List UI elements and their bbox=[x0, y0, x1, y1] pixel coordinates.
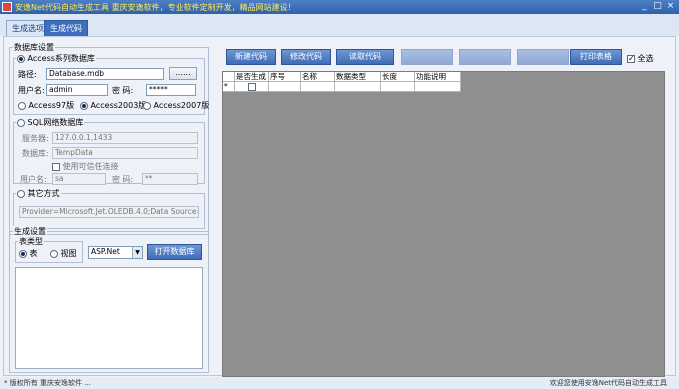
grid-col-length[interactable]: 长度 bbox=[381, 72, 415, 82]
print-table-button[interactable]: 打印表格 bbox=[570, 49, 622, 65]
main-content: 数据库设置 Access系列数据库 路径: Database.mdb .....… bbox=[3, 36, 676, 377]
access2007-label: Access2007版 bbox=[153, 101, 210, 110]
type-view-option[interactable]: 视图 bbox=[50, 248, 77, 259]
table-type-title: 表类型 bbox=[18, 236, 44, 247]
grid-header: 是否生成 序号 名称 数据类型 长度 功能说明 bbox=[223, 72, 461, 82]
database-label: 数据库: bbox=[22, 149, 49, 158]
type-table-label: 表 bbox=[29, 249, 38, 258]
close-button[interactable]: × bbox=[665, 1, 676, 12]
disabled-button-1[interactable] bbox=[401, 49, 453, 65]
access2003-option[interactable]: Access2003版 bbox=[80, 100, 146, 111]
trusted-connection-label: 使用可信任连接 bbox=[62, 162, 119, 171]
other-radio-wrap[interactable]: 其它方式 bbox=[16, 188, 61, 199]
field-grid[interactable]: 是否生成 序号 名称 数据类型 长度 功能说明 * bbox=[222, 71, 665, 377]
sql-pwd-label: 密 码: bbox=[112, 175, 134, 184]
database-settings-group: 数据库设置 Access系列数据库 路径: Database.mdb .....… bbox=[9, 42, 209, 235]
select-all-checkbox[interactable]: ✓ bbox=[627, 54, 635, 63]
new-row-marker: * bbox=[223, 82, 235, 92]
language-value: ASP.Net bbox=[91, 247, 120, 256]
trusted-connection-checkbox[interactable] bbox=[52, 162, 60, 171]
sql-user-input[interactable]: sa bbox=[52, 173, 106, 185]
table-list[interactable] bbox=[15, 267, 203, 369]
new-row-name-cell[interactable] bbox=[301, 82, 335, 92]
trusted-connection-option[interactable]: 使用可信任连接 bbox=[52, 161, 119, 172]
new-row-datatype-cell[interactable] bbox=[335, 82, 381, 92]
access-user-input[interactable]: admin bbox=[46, 84, 108, 96]
access2003-label: Access2003版 bbox=[90, 101, 147, 110]
tab-generate-code[interactable]: 生成代码 bbox=[44, 20, 88, 36]
sql-label: SQL网络数据库 bbox=[27, 118, 84, 127]
other-label: 其它方式 bbox=[27, 189, 60, 198]
status-right: 欢迎您使用安逸Net代码自动生成工具 bbox=[549, 379, 667, 387]
type-table-option[interactable]: 表 bbox=[19, 248, 38, 259]
new-row-description-cell[interactable] bbox=[415, 82, 461, 92]
open-database-button[interactable]: 打开数据库 bbox=[147, 244, 202, 260]
type-view-label: 视图 bbox=[60, 249, 77, 258]
select-all-label: 全选 bbox=[637, 54, 654, 63]
access-radio[interactable] bbox=[17, 54, 25, 63]
generate-settings-group: 生成设置 表类型 表 视图 ASP.Net ▼ 打开数据库 bbox=[9, 226, 209, 373]
sql-radio[interactable] bbox=[17, 118, 25, 127]
new-row-length-cell[interactable] bbox=[381, 82, 415, 92]
grid-col-generate[interactable]: 是否生成 bbox=[235, 72, 269, 82]
sql-pwd-input[interactable]: ** bbox=[142, 173, 198, 185]
language-select[interactable]: ASP.Net ▼ bbox=[88, 246, 143, 259]
access2007-option[interactable]: Access2007版 bbox=[143, 100, 209, 111]
app-icon bbox=[2, 2, 12, 12]
access-pwd-input[interactable]: ***** bbox=[146, 84, 196, 96]
grid-col-description[interactable]: 功能说明 bbox=[415, 72, 461, 82]
type-table-radio[interactable] bbox=[19, 249, 27, 258]
sql-group: SQL网络数据库 服务器: 127.0.0.1,1433 数据库: TempDa… bbox=[13, 117, 205, 185]
access97-label: Access97版 bbox=[28, 101, 75, 110]
other-group: 其它方式 Provider=Microsoft.Jet.OLEDB.4.0;Da… bbox=[13, 188, 205, 229]
new-row-checkbox[interactable] bbox=[248, 83, 256, 91]
status-left: * 版权所有 重庆安逸软件 ... bbox=[4, 379, 91, 387]
access97-option[interactable]: Access97版 bbox=[18, 100, 74, 111]
access-pwd-label: 密 码: bbox=[112, 86, 134, 95]
table-type-group: 表类型 表 视图 bbox=[15, 236, 83, 263]
access2003-radio[interactable] bbox=[80, 101, 88, 110]
type-view-radio[interactable] bbox=[50, 249, 58, 258]
connection-string-input[interactable]: Provider=Microsoft.Jet.OLEDB.4.0;Data So… bbox=[19, 206, 199, 218]
access-user-label: 用户名: bbox=[18, 86, 45, 95]
path-input[interactable]: Database.mdb bbox=[46, 68, 164, 80]
new-code-button[interactable]: 新建代码 bbox=[226, 49, 276, 65]
grid-col-index[interactable]: 序号 bbox=[269, 72, 301, 82]
access-label: Access系列数据库 bbox=[27, 54, 95, 63]
path-label: 路径: bbox=[18, 70, 37, 79]
status-bar: * 版权所有 重庆安逸软件 ... 欢迎您使用安逸Net代码自动生成工具 bbox=[0, 377, 679, 389]
sql-user-label: 用户名: bbox=[20, 175, 47, 184]
grid-col-name[interactable]: 名称 bbox=[301, 72, 335, 82]
grid-col-datatype[interactable]: 数据类型 bbox=[335, 72, 381, 82]
sql-radio-wrap[interactable]: SQL网络数据库 bbox=[16, 117, 85, 128]
disabled-button-3[interactable] bbox=[517, 49, 569, 65]
select-all-option[interactable]: ✓ 全选 bbox=[627, 53, 654, 64]
grid-new-row[interactable]: * bbox=[223, 82, 461, 92]
chevron-down-icon[interactable]: ▼ bbox=[132, 247, 142, 258]
title-bar: 安逸Net代码自动生成工具 重庆安逸软件，专业软件定制开发，精品网站建设！ _ … bbox=[0, 0, 679, 14]
server-input[interactable]: 127.0.0.1,1433 bbox=[52, 132, 198, 144]
access2007-radio[interactable] bbox=[143, 101, 151, 110]
other-radio[interactable] bbox=[17, 189, 25, 198]
browse-button[interactable]: ...... bbox=[169, 67, 197, 80]
tab-strip: 生成选项 生成代码 bbox=[0, 14, 679, 36]
new-row-generate-cell[interactable] bbox=[235, 82, 269, 92]
server-label: 服务器: bbox=[22, 134, 49, 143]
access-radio-wrap[interactable]: Access系列数据库 bbox=[16, 53, 96, 64]
grid-row-header-corner bbox=[223, 72, 235, 82]
read-code-button[interactable]: 读取代码 bbox=[336, 49, 394, 65]
minimize-button[interactable]: _ bbox=[639, 1, 650, 12]
new-row-index-cell[interactable] bbox=[269, 82, 301, 92]
disabled-button-2[interactable] bbox=[459, 49, 511, 65]
access97-radio[interactable] bbox=[18, 101, 26, 110]
maximize-button[interactable]: □ bbox=[652, 1, 663, 12]
database-input[interactable]: TempData bbox=[52, 147, 198, 159]
window-title: 安逸Net代码自动生成工具 重庆安逸软件，专业软件定制开发，精品网站建设！ bbox=[15, 2, 296, 12]
database-settings-title: 数据库设置 bbox=[13, 42, 55, 53]
access-group: Access系列数据库 路径: Database.mdb ...... 用户名:… bbox=[13, 53, 209, 115]
edit-code-button[interactable]: 修改代码 bbox=[281, 49, 331, 65]
